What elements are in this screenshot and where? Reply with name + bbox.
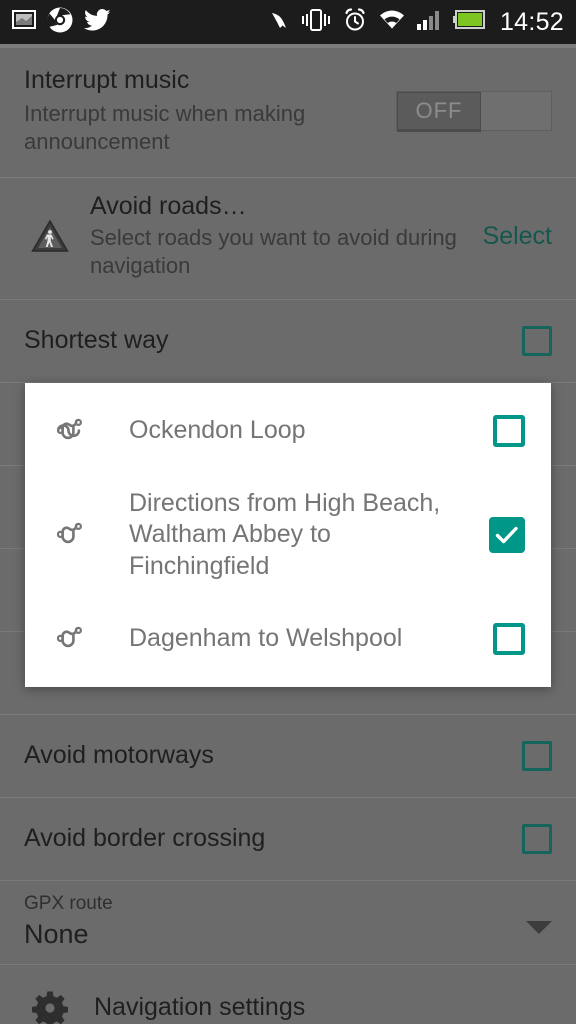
setting-row-avoid-border-crossing[interactable]: Avoid border crossing	[0, 798, 576, 880]
avoid-motorways-label: Avoid motorways	[24, 741, 522, 771]
setting-row-navigation-settings[interactable]: Navigation settings	[0, 965, 576, 1024]
roadworks-warning-icon	[24, 219, 76, 253]
avoid-roads-texts: Avoid roads… Select roads you want to av…	[76, 192, 471, 281]
dialog-item-label: Dagenham to Welshpool	[97, 623, 493, 655]
dialog-item-label: Ockendon Loop	[97, 415, 493, 447]
interrupt-music-texts: Interrupt music Interrupt music when mak…	[24, 66, 396, 157]
avoid-motorways-checkbox[interactable]	[522, 741, 552, 771]
alarm-icon	[343, 8, 367, 37]
gpx-route-selection-dialog: Ockendon Loop Directions from High Beach…	[25, 383, 551, 687]
setting-row-avoid-roads[interactable]: Avoid roads… Select roads you want to av…	[0, 178, 576, 299]
setting-row-interrupt-music[interactable]: Interrupt music Interrupt music when mak…	[0, 48, 576, 177]
checkbox-unchecked	[493, 415, 525, 447]
vibrate-icon	[301, 9, 331, 36]
screenshot-icon	[12, 10, 36, 34]
dialog-list-item[interactable]: Dagenham to Welshpool	[25, 591, 551, 687]
status-bar-notification-icons	[12, 7, 111, 38]
status-bar-system-icons: 14:52	[269, 8, 564, 37]
missed-call-icon	[269, 10, 289, 35]
battery-icon	[453, 10, 485, 34]
interrupt-music-title: Interrupt music	[24, 66, 396, 96]
chrome-icon	[47, 7, 73, 38]
chevron-down-icon[interactable]	[526, 921, 552, 934]
checkbox-unchecked	[493, 623, 525, 655]
avoid-roads-title: Avoid roads…	[90, 192, 471, 221]
dialog-item-checkbox[interactable]	[493, 623, 525, 655]
setting-row-avoid-motorways[interactable]: Avoid motorways	[0, 715, 576, 797]
checkbox-checked	[489, 517, 525, 553]
toggle-thumb: OFF	[397, 92, 481, 132]
status-bar: 14:52	[0, 0, 576, 44]
route-track-icon	[51, 416, 97, 446]
status-bar-clock: 14:52	[500, 8, 564, 37]
avoid-roads-subtitle: Select roads you want to avoid during na…	[90, 224, 471, 281]
dialog-list-item[interactable]: Directions from High Beach, Waltham Abbe…	[25, 479, 551, 591]
dialog-item-checkbox[interactable]	[489, 517, 525, 553]
setting-row-shortest-way[interactable]: Shortest way	[0, 300, 576, 382]
gpx-route-texts: GPX route None	[24, 893, 526, 950]
interrupt-music-toggle[interactable]: OFF	[396, 91, 552, 131]
avoid-border-crossing-checkbox[interactable]	[522, 824, 552, 854]
avoid-border-crossing-label: Avoid border crossing	[24, 824, 522, 854]
gpx-route-label: GPX route	[24, 893, 526, 915]
navigation-settings-label: Navigation settings	[76, 993, 305, 1022]
shortest-way-label: Shortest way	[24, 326, 522, 356]
wifi-icon	[379, 10, 405, 35]
toggle-label: OFF	[416, 98, 463, 124]
interrupt-music-subtitle: Interrupt music when making announcement	[24, 100, 396, 157]
dialog-item-label: Directions from High Beach, Waltham Abbe…	[97, 488, 489, 583]
shortest-way-checkbox[interactable]	[522, 326, 552, 356]
setting-row-gpx-route[interactable]: GPX route None	[0, 881, 576, 964]
android-screen: 14:52 Interrupt music Interrupt music wh…	[0, 0, 576, 1024]
route-track-icon	[51, 624, 97, 654]
gpx-route-value: None	[24, 919, 526, 950]
gear-icon	[24, 990, 76, 1024]
route-track-icon	[51, 520, 97, 550]
avoid-roads-select-button[interactable]: Select	[471, 222, 552, 251]
dialog-item-checkbox[interactable]	[493, 415, 525, 447]
twitter-icon	[84, 9, 111, 36]
signal-icon	[417, 10, 441, 35]
dialog-list-item[interactable]: Ockendon Loop	[25, 383, 551, 479]
